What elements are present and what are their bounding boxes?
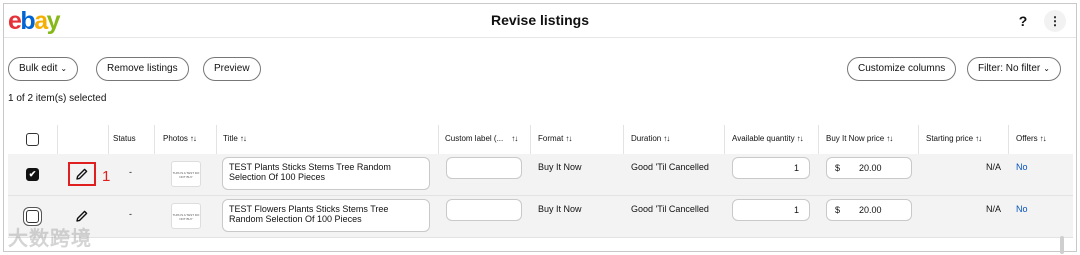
column-header-title[interactable]: Title ↑↓ [223, 134, 247, 143]
price-input[interactable]: $ 20.00 [826, 157, 912, 179]
title-header-label: Title [223, 134, 238, 143]
price-input[interactable]: $ 20.00 [826, 199, 912, 221]
format-header-label: Format [538, 134, 564, 143]
quantity-input[interactable]: 1 [732, 199, 810, 221]
bulk-edit-label: Bulk edit [19, 63, 58, 74]
duration-header-label: Duration [631, 134, 662, 143]
currency-symbol: $ [835, 205, 841, 215]
select-all-checkbox[interactable] [26, 133, 39, 146]
page-title: Revise listings [490, 12, 590, 28]
header: ebay Revise listings ? ⋮ [4, 4, 1076, 38]
starting-price-value: N/A [986, 204, 1002, 214]
sort-icon: ↑↓ [975, 134, 982, 143]
filter-dropdown[interactable]: Filter: No filter ⌄ [967, 57, 1061, 81]
quantity-input[interactable]: 1 [732, 157, 810, 179]
sort-icon: ↑↓ [565, 134, 572, 143]
column-header-buy-it-now-price[interactable]: Buy It Now price ↑↓ [826, 134, 893, 143]
watermark: 大数跨境 [8, 228, 92, 250]
sort-icon: ↑↓ [663, 134, 670, 143]
column-header-available-quantity[interactable]: Available quantity ↑↓ [732, 134, 804, 143]
help-button[interactable]: ? [1012, 10, 1034, 32]
title-input[interactable]: TEST Plants Sticks Stems Tree Random Sel… [222, 157, 430, 190]
column-header-offers[interactable]: Offers ↑↓ [1016, 134, 1047, 143]
format-value: Buy It Now [538, 162, 582, 172]
remove-listings-button[interactable]: Remove listings [96, 57, 189, 81]
sort-icon: ↑↓ [1039, 134, 1047, 143]
duration-value: Good 'Til Cancelled [631, 162, 709, 172]
table-row: ✔ 1 - THIS IS A TEST DO NOT BUY TEST Pla… [8, 154, 1073, 196]
sort-icon: ↑↓ [886, 134, 893, 143]
column-header-status: Status [113, 134, 136, 143]
more-options-button[interactable]: ⋮ [1044, 10, 1066, 32]
title-input[interactable]: TEST Flowers Plants Sticks Stems Tree Ra… [222, 199, 430, 232]
column-header-format[interactable]: Format ↑↓ [538, 134, 572, 143]
bulk-edit-button[interactable]: Bulk edit ⌄ [8, 57, 79, 81]
offers-header-label: Offers [1016, 134, 1038, 143]
row-checkbox[interactable]: ✔ [26, 168, 39, 181]
toolbar: Bulk edit ⌄ Remove listings Preview Custo… [4, 57, 1076, 81]
sort-icon: ↑↓ [189, 134, 197, 143]
filter-label: Filter: No filter [978, 63, 1041, 74]
price-value: 20.00 [859, 205, 882, 215]
price-header-label: Buy It Now price [826, 134, 885, 143]
photos-header-label: Photos [163, 134, 188, 143]
starting-price-header-label: Starting price [926, 134, 974, 143]
sort-icon: ↑↓ [511, 134, 518, 143]
offers-link[interactable]: No [1016, 162, 1028, 172]
preview-button[interactable]: Preview [203, 57, 261, 81]
listing-photo[interactable]: THIS IS A TEST DO NOT BUY [171, 161, 201, 187]
vertical-scrollbar[interactable] [1060, 236, 1064, 254]
duration-value: Good 'Til Cancelled [631, 204, 709, 214]
custom-label-input[interactable] [446, 157, 522, 179]
starting-price-value: N/A [986, 162, 1002, 172]
pencil-icon[interactable] [75, 209, 89, 223]
column-header-photos[interactable]: Photos ↑↓ [163, 134, 197, 143]
status-value: - [129, 167, 132, 177]
customize-columns-button[interactable]: Customize columns [847, 57, 957, 81]
custom-label-input[interactable] [446, 199, 522, 221]
table-header: Status Photos ↑↓ Title ↑↓ Custom label (..… [8, 125, 1073, 154]
chevron-down-icon: ⌄ [60, 64, 68, 73]
step-number-annotation: 1 [102, 168, 111, 185]
listing-photo[interactable]: THIS IS A TEST DO NOT BUY [171, 203, 201, 229]
offers-link[interactable]: No [1016, 204, 1028, 214]
revise-listings-panel: ebay Revise listings ? ⋮ Bulk edit ⌄ Remo… [3, 3, 1077, 254]
chevron-down-icon: ⌄ [1043, 64, 1050, 73]
sort-icon: ↑↓ [796, 134, 804, 143]
column-header-starting-price[interactable]: Starting price ↑↓ [926, 134, 982, 143]
pencil-icon[interactable] [75, 167, 89, 181]
sort-icon: ↑↓ [239, 134, 247, 143]
quantity-header-label: Available quantity [732, 134, 795, 143]
listings-table: Status Photos ↑↓ Title ↑↓ Custom label (..… [8, 125, 1073, 238]
column-header-custom-label[interactable]: Custom label (... ↑↓ [445, 134, 518, 143]
table-row: - THIS IS A TEST DO NOT BUY TEST Flowers… [8, 196, 1073, 238]
custom-label-header-label: Custom label (... [445, 134, 504, 143]
currency-symbol: $ [835, 163, 841, 173]
selection-count: 1 of 2 item(s) selected [8, 93, 107, 104]
format-value: Buy It Now [538, 204, 582, 214]
price-value: 20.00 [859, 163, 882, 173]
status-value: - [129, 209, 132, 219]
column-header-duration[interactable]: Duration ↑↓ [631, 134, 670, 143]
